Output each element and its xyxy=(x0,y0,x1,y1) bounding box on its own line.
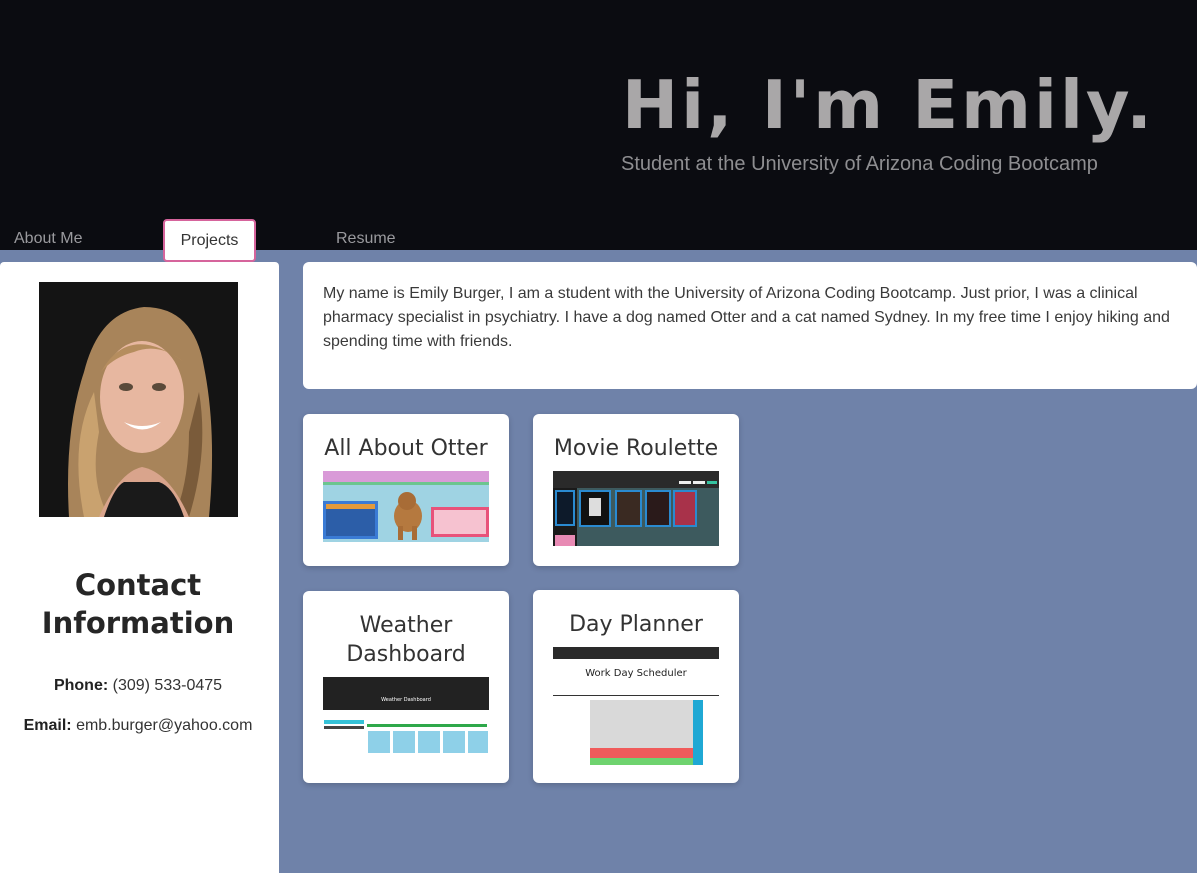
project-card-otter[interactable]: All About Otter xyxy=(303,414,509,566)
phone-line: Phone: (309) 533-0475 xyxy=(0,677,276,695)
page-title: Hi, I'm Emily. xyxy=(622,66,1155,144)
weather-dashboard-thumbnail[interactable]: Weather Dashboard xyxy=(323,677,489,763)
tab-resume[interactable]: Resume xyxy=(336,230,396,248)
header-banner: Hi, I'm Emily. Student at the University… xyxy=(0,0,1197,250)
project-title: Movie Roulette xyxy=(553,436,719,461)
contact-title: Contact Information xyxy=(41,568,235,640)
project-card-day-planner[interactable]: Day Planner Work Day Scheduler xyxy=(533,590,739,783)
profile-photo xyxy=(39,282,238,517)
page-subtitle: Student at the University of Arizona Cod… xyxy=(621,153,1098,175)
contact-sidebar: Contact Information Phone: (309) 533-047… xyxy=(0,262,279,873)
project-title: Day Planner xyxy=(569,612,703,637)
tab-about-me[interactable]: About Me xyxy=(14,230,82,248)
tab-projects[interactable]: Projects xyxy=(163,219,256,262)
planner-thumb-heading: Work Day Scheduler xyxy=(585,668,687,679)
about-card: My name is Emily Burger, I am a student … xyxy=(303,262,1197,389)
project-card-movie-roulette[interactable]: Movie Roulette xyxy=(533,414,739,566)
day-planner-thumbnail[interactable]: Work Day Scheduler xyxy=(553,647,719,765)
phone-value: (309) 533-0475 xyxy=(112,677,223,694)
otter-thumbnail[interactable] xyxy=(323,471,489,542)
about-text: My name is Emily Burger, I am a student … xyxy=(323,285,1170,350)
email-line: Email: emb.burger@yahoo.com xyxy=(0,717,276,735)
email-label: Email: xyxy=(23,717,72,734)
project-card-weather-dashboard[interactable]: Weather Dashboard Weather Dashboard xyxy=(303,591,509,783)
project-title: All About Otter xyxy=(324,436,488,461)
phone-label: Phone: xyxy=(53,677,109,694)
project-title: Weather Dashboard xyxy=(346,613,466,667)
weather-thumb-heading: Weather Dashboard xyxy=(381,697,431,703)
email-value[interactable]: emb.burger@yahoo.com xyxy=(76,717,252,734)
movie-roulette-thumbnail[interactable] xyxy=(553,471,719,546)
